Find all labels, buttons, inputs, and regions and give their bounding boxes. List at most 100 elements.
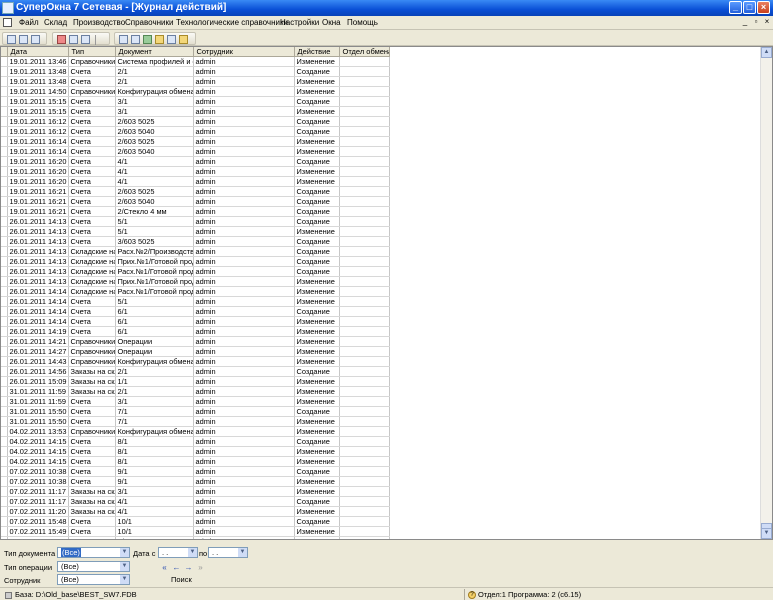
cell-action[interactable]: Изменение bbox=[294, 356, 340, 367]
scroll-down-icon[interactable]: ▼ bbox=[761, 528, 772, 539]
cell-exchange-dept[interactable] bbox=[339, 246, 390, 257]
table-row[interactable]: 07.02.2011 11:17Заказы на склад4/1adminС… bbox=[1, 496, 390, 507]
table-row[interactable]: 31.01.2011 15:50 Счета 7/1 admin Изменение bbox=[1, 416, 390, 427]
cell-document[interactable]: 2/1 bbox=[115, 366, 194, 377]
cell-action[interactable]: Создание bbox=[294, 126, 340, 137]
cell-date[interactable]: 19.01.2011 14:50 bbox=[7, 86, 69, 97]
cell-exchange-dept[interactable] bbox=[339, 436, 390, 447]
cell-employee[interactable]: admin bbox=[193, 466, 295, 477]
cell-employee[interactable]: admin bbox=[193, 406, 295, 417]
header-exchange-dept[interactable]: Отдел обмена bbox=[339, 47, 390, 57]
cell-exchange-dept[interactable] bbox=[339, 56, 390, 67]
cell-employee[interactable]: admin bbox=[193, 166, 295, 177]
cell-action[interactable]: Изменение bbox=[294, 506, 340, 517]
table-row[interactable]: 19.01.2011 16:21 Счета 2/603 5040 admin Созд… bbox=[1, 196, 390, 207]
cell-document[interactable]: 6/1 bbox=[115, 326, 194, 337]
cell-document[interactable]: Операции bbox=[115, 346, 194, 357]
cell-document[interactable]: 7/1 bbox=[115, 416, 194, 427]
cell-type[interactable]: Счета bbox=[68, 446, 116, 457]
cell-exchange-dept[interactable] bbox=[339, 156, 390, 167]
cell-type[interactable]: Счета bbox=[68, 476, 116, 487]
cell-exchange-dept[interactable] bbox=[339, 496, 390, 507]
cell-document[interactable]: 3/1 bbox=[115, 486, 194, 497]
cell-employee[interactable]: admin bbox=[193, 336, 295, 347]
cell-exchange-dept[interactable] bbox=[339, 96, 390, 107]
mdi-minimize-icon[interactable]: _ bbox=[740, 17, 750, 27]
cell-exchange-dept[interactable] bbox=[339, 86, 390, 97]
cell-type[interactable]: Счета bbox=[68, 176, 116, 187]
cell-action[interactable]: Изменение bbox=[294, 56, 340, 67]
cell-document[interactable]: 2/603 5040 bbox=[115, 126, 194, 137]
cell-type[interactable]: Заказы на склад bbox=[68, 376, 116, 387]
cell-type[interactable]: Счета bbox=[68, 216, 116, 227]
table-row[interactable]: 19.01.2011 16:21 Счета 2/603 5025 admin Созд… bbox=[1, 186, 390, 197]
cell-exchange-dept[interactable] bbox=[339, 536, 390, 539]
cell-date[interactable]: 19.01.2011 16:20 bbox=[7, 166, 69, 177]
cell-employee[interactable]: admin bbox=[193, 496, 295, 507]
cell-type[interactable]: Справочники bbox=[68, 426, 116, 437]
table-row[interactable]: 26.01.2011 14:14Складские накладныеРасх.… bbox=[1, 286, 390, 297]
cell-type[interactable]: Счета bbox=[68, 296, 116, 307]
cell-exchange-dept[interactable] bbox=[339, 146, 390, 157]
cell-employee[interactable]: admin bbox=[193, 436, 295, 447]
op-type-select[interactable]: (Все) ▼ bbox=[57, 561, 130, 572]
cell-action[interactable]: Создание bbox=[294, 516, 340, 527]
cell-exchange-dept[interactable] bbox=[339, 456, 390, 467]
chevron-down-icon[interactable]: ▼ bbox=[120, 548, 129, 557]
cell-employee[interactable]: admin bbox=[193, 396, 295, 407]
cell-employee[interactable]: admin bbox=[193, 86, 295, 97]
refresh-icon[interactable] bbox=[69, 35, 78, 44]
cell-exchange-dept[interactable] bbox=[339, 476, 390, 487]
cell-document[interactable]: 2/1 bbox=[115, 66, 194, 77]
cell-date[interactable]: 26.01.2011 14:13 bbox=[7, 276, 69, 287]
cell-type[interactable]: Счета bbox=[68, 136, 116, 147]
table-row[interactable]: 26.01.2011 14:14 Счета 5/1 admin Изменение bbox=[1, 296, 390, 307]
table-row[interactable]: 26.01.2011 14:13 Счета 3/603 5025 admin Созд… bbox=[1, 236, 390, 247]
table-row[interactable]: 04.02.2011 14:15 Счета 8/1 admin Изменение bbox=[1, 446, 390, 457]
cell-type[interactable]: Счета bbox=[68, 96, 116, 107]
menu-settings[interactable]: Настройки bbox=[280, 18, 319, 27]
print-icon[interactable] bbox=[31, 35, 40, 44]
cell-exchange-dept[interactable] bbox=[339, 316, 390, 327]
first-record-icon[interactable]: « bbox=[160, 563, 169, 572]
table-row[interactable]: 04.02.2011 14:15 Счета 8/1 admin Изменение bbox=[1, 456, 390, 467]
cell-document[interactable]: 10/1 bbox=[115, 526, 194, 537]
cell-employee[interactable]: admin bbox=[193, 216, 295, 227]
cell-action[interactable]: Создание bbox=[294, 406, 340, 417]
cell-exchange-dept[interactable] bbox=[339, 216, 390, 227]
pin-icon[interactable] bbox=[143, 35, 152, 44]
cell-type[interactable]: Счета bbox=[68, 416, 116, 427]
cell-date[interactable]: 26.01.2011 14:19 bbox=[7, 326, 69, 337]
cell-employee[interactable]: admin bbox=[193, 226, 295, 237]
cell-date[interactable]: 26.01.2011 15:09 bbox=[7, 376, 69, 387]
cell-document[interactable]: 1/1 bbox=[115, 376, 194, 387]
cell-date[interactable]: 04.02.2011 14:15 bbox=[7, 446, 69, 457]
cell-exchange-dept[interactable] bbox=[339, 416, 390, 427]
cell-type[interactable]: Счета bbox=[68, 126, 116, 137]
table-row[interactable]: 19.01.2011 13:46 Справочники Система профи… bbox=[1, 56, 390, 67]
cell-document[interactable]: 2/603 5025 bbox=[115, 116, 194, 127]
cell-action[interactable]: Изменение bbox=[294, 226, 340, 237]
cell-employee[interactable]: admin bbox=[193, 486, 295, 497]
cell-type[interactable]: Счета bbox=[68, 406, 116, 417]
cell-date[interactable]: 26.01.2011 14:43 bbox=[7, 356, 69, 367]
cell-date[interactable]: 07.02.2011 10:38 bbox=[7, 476, 69, 487]
table-row[interactable]: 26.01.2011 14:19 Счета 6/1 admin Изменение bbox=[1, 326, 390, 337]
folder-icon[interactable] bbox=[155, 35, 164, 44]
cell-document[interactable]: Расх.№1/Готовой продукции bbox=[115, 286, 194, 297]
cell-date[interactable]: 07.02.2011 15:49 bbox=[7, 526, 69, 537]
cell-date[interactable]: 26.01.2011 14:14 bbox=[7, 286, 69, 297]
cell-document[interactable]: 10/1 bbox=[115, 516, 194, 527]
table-row[interactable]: 26.01.2011 14:13Складские накладныеПрих.… bbox=[1, 276, 390, 287]
cell-action[interactable]: Изменение bbox=[294, 286, 340, 297]
cell-date[interactable]: 26.01.2011 14:21 bbox=[7, 336, 69, 347]
cell-type[interactable]: Справочники bbox=[68, 336, 116, 347]
cell-action[interactable]: Изменение bbox=[294, 526, 340, 537]
cell-document[interactable]: 4/1 bbox=[115, 166, 194, 177]
minimize-button[interactable]: _ bbox=[729, 1, 742, 14]
cell-type[interactable]: Счета bbox=[68, 436, 116, 447]
cell-date[interactable]: 19.01.2011 16:12 bbox=[7, 126, 69, 137]
cell-type[interactable]: Счета bbox=[68, 146, 116, 157]
table-row[interactable]: 31.01.2011 11:59Заказы на склад2/1adminИ… bbox=[1, 386, 390, 397]
table-row[interactable]: 07.02.2011 11:17Заказы на склад3/1adminИ… bbox=[1, 486, 390, 497]
